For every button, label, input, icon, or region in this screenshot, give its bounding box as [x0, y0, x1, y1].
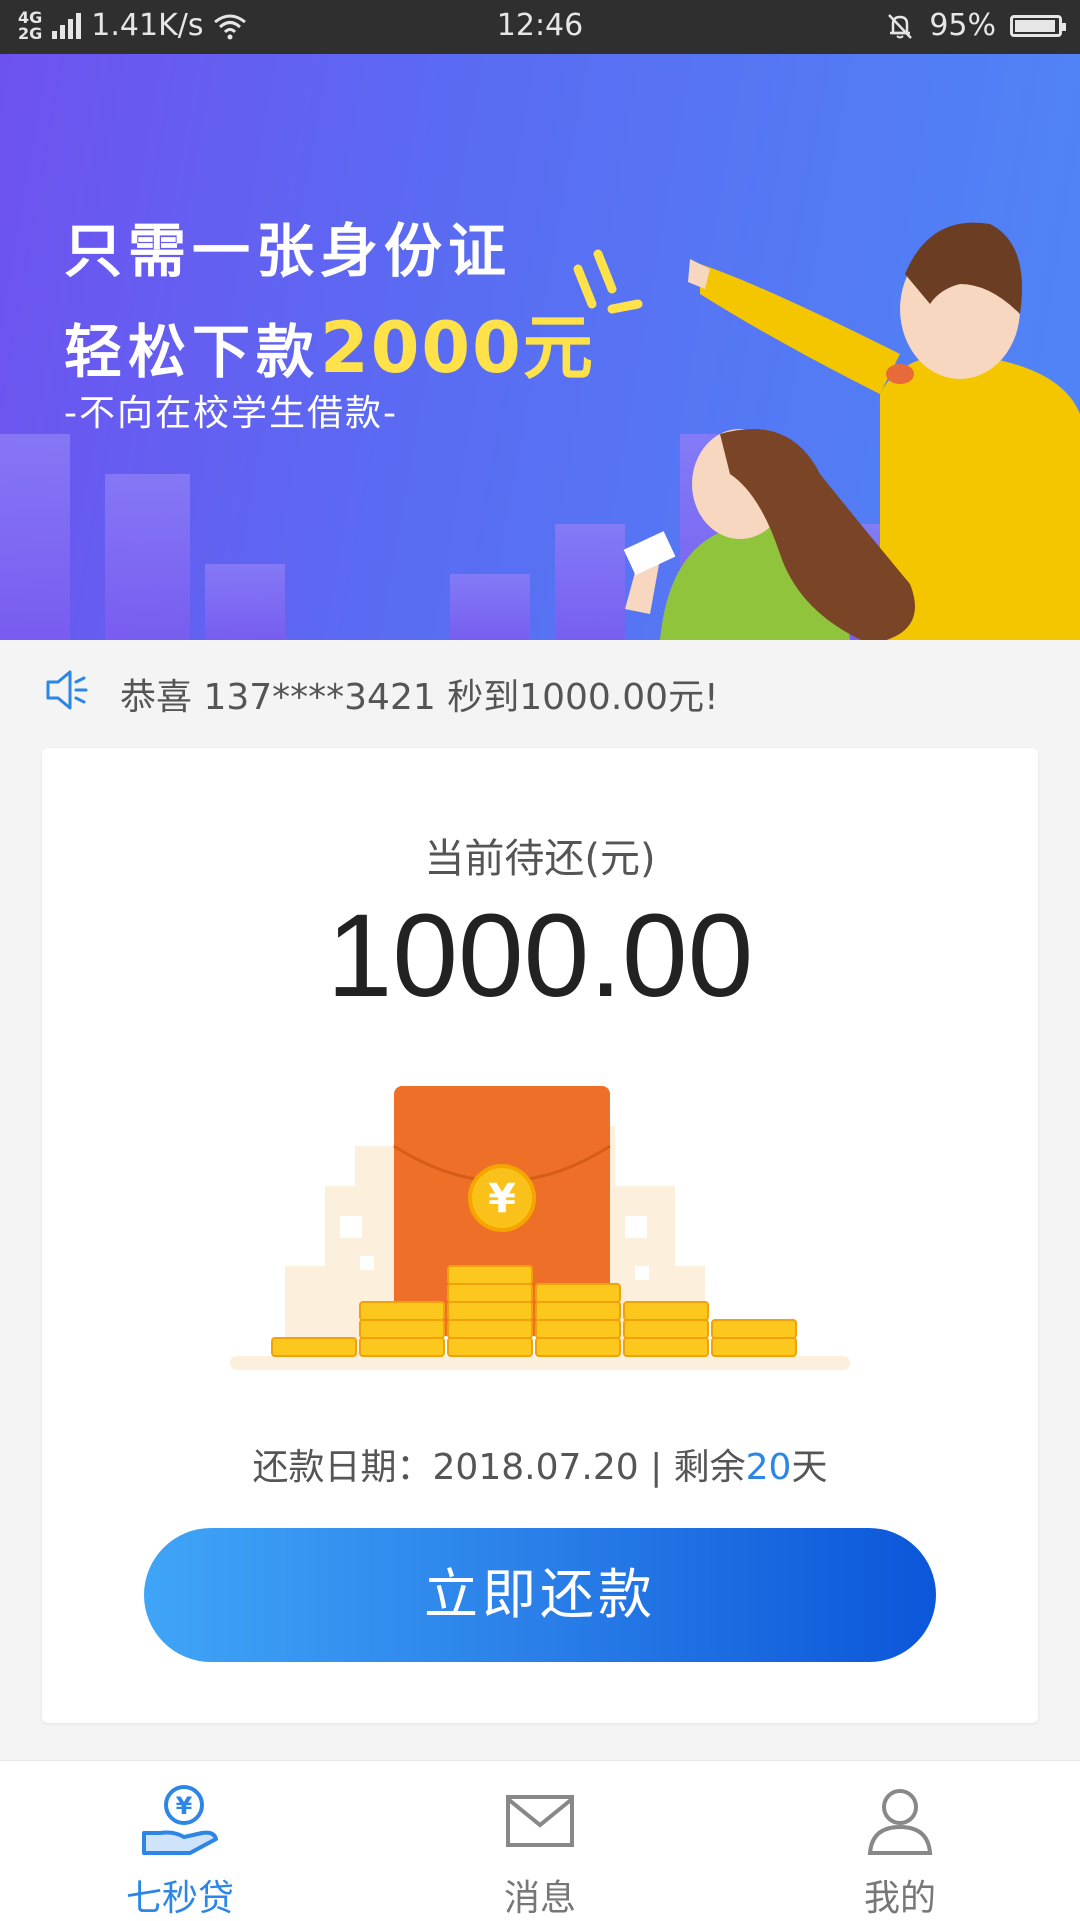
days-remaining: 20	[745, 1447, 792, 1488]
battery-icon	[1010, 14, 1066, 37]
status-right: 95%	[885, 8, 1066, 43]
due-date-info: 还款日期：2018.07.20 | 剩余20天	[42, 1438, 1038, 1490]
tab-label: 我的	[863, 1878, 936, 1919]
bell-muted-icon	[888, 13, 913, 39]
banner-headline: 只需一张身份证	[64, 217, 513, 285]
tab-me[interactable]: 我的	[780, 1761, 1020, 1921]
tab-messages[interactable]: 消息	[420, 1761, 660, 1921]
promo-banner[interactable]: 只需一张身份证 轻松下款2000元 -不向在校学生借款-	[0, 54, 1080, 640]
user-icon	[867, 1789, 933, 1855]
notice-bar: 恭喜 137****3421 秒到1000.00元!	[0, 640, 1080, 740]
banner-subheadline: 轻松下款2000元	[64, 292, 595, 393]
loan-hand-icon: ¥	[142, 1785, 218, 1855]
svg-text:¥: ¥	[488, 1176, 516, 1222]
banner-line2-prefix: 轻松下款	[64, 318, 321, 386]
days-unit: 天	[791, 1447, 828, 1488]
amount-due-label: 当前待还(元)	[424, 836, 656, 882]
due-date-text: 还款日期：2018.07.20 | 剩余	[252, 1447, 746, 1488]
repay-now-button[interactable]: 立即还款	[144, 1528, 936, 1662]
bottom-tab-bar: ¥ 七秒贷 消息 我的	[0, 1760, 1080, 1921]
tab-label: 七秒贷	[125, 1878, 234, 1919]
status-bar: 4G 2G 1.41K/s 12:46 95%	[0, 0, 1080, 54]
red-envelope-coins-illustration: ¥	[230, 1086, 850, 1370]
banner-amount: 2000元	[320, 307, 595, 389]
tab-label: 消息	[503, 1878, 576, 1919]
speaker-icon	[46, 670, 88, 710]
tab-qimiaodai[interactable]: ¥ 七秒贷	[60, 1761, 300, 1921]
banner-disclaimer: -不向在校学生借款-	[64, 393, 398, 434]
battery-percent: 95%	[929, 8, 996, 43]
svg-text:¥: ¥	[176, 1792, 193, 1820]
envelope-icon	[506, 1795, 574, 1847]
amount-due-value: 1000.00	[326, 890, 754, 1022]
repayment-card: 当前待还(元) 1000.00 ¥ 还款日期：2018.07.20 | 剩余20…	[42, 748, 1038, 1723]
notice-text: 恭喜 137****3421 秒到1000.00元!	[120, 677, 719, 718]
